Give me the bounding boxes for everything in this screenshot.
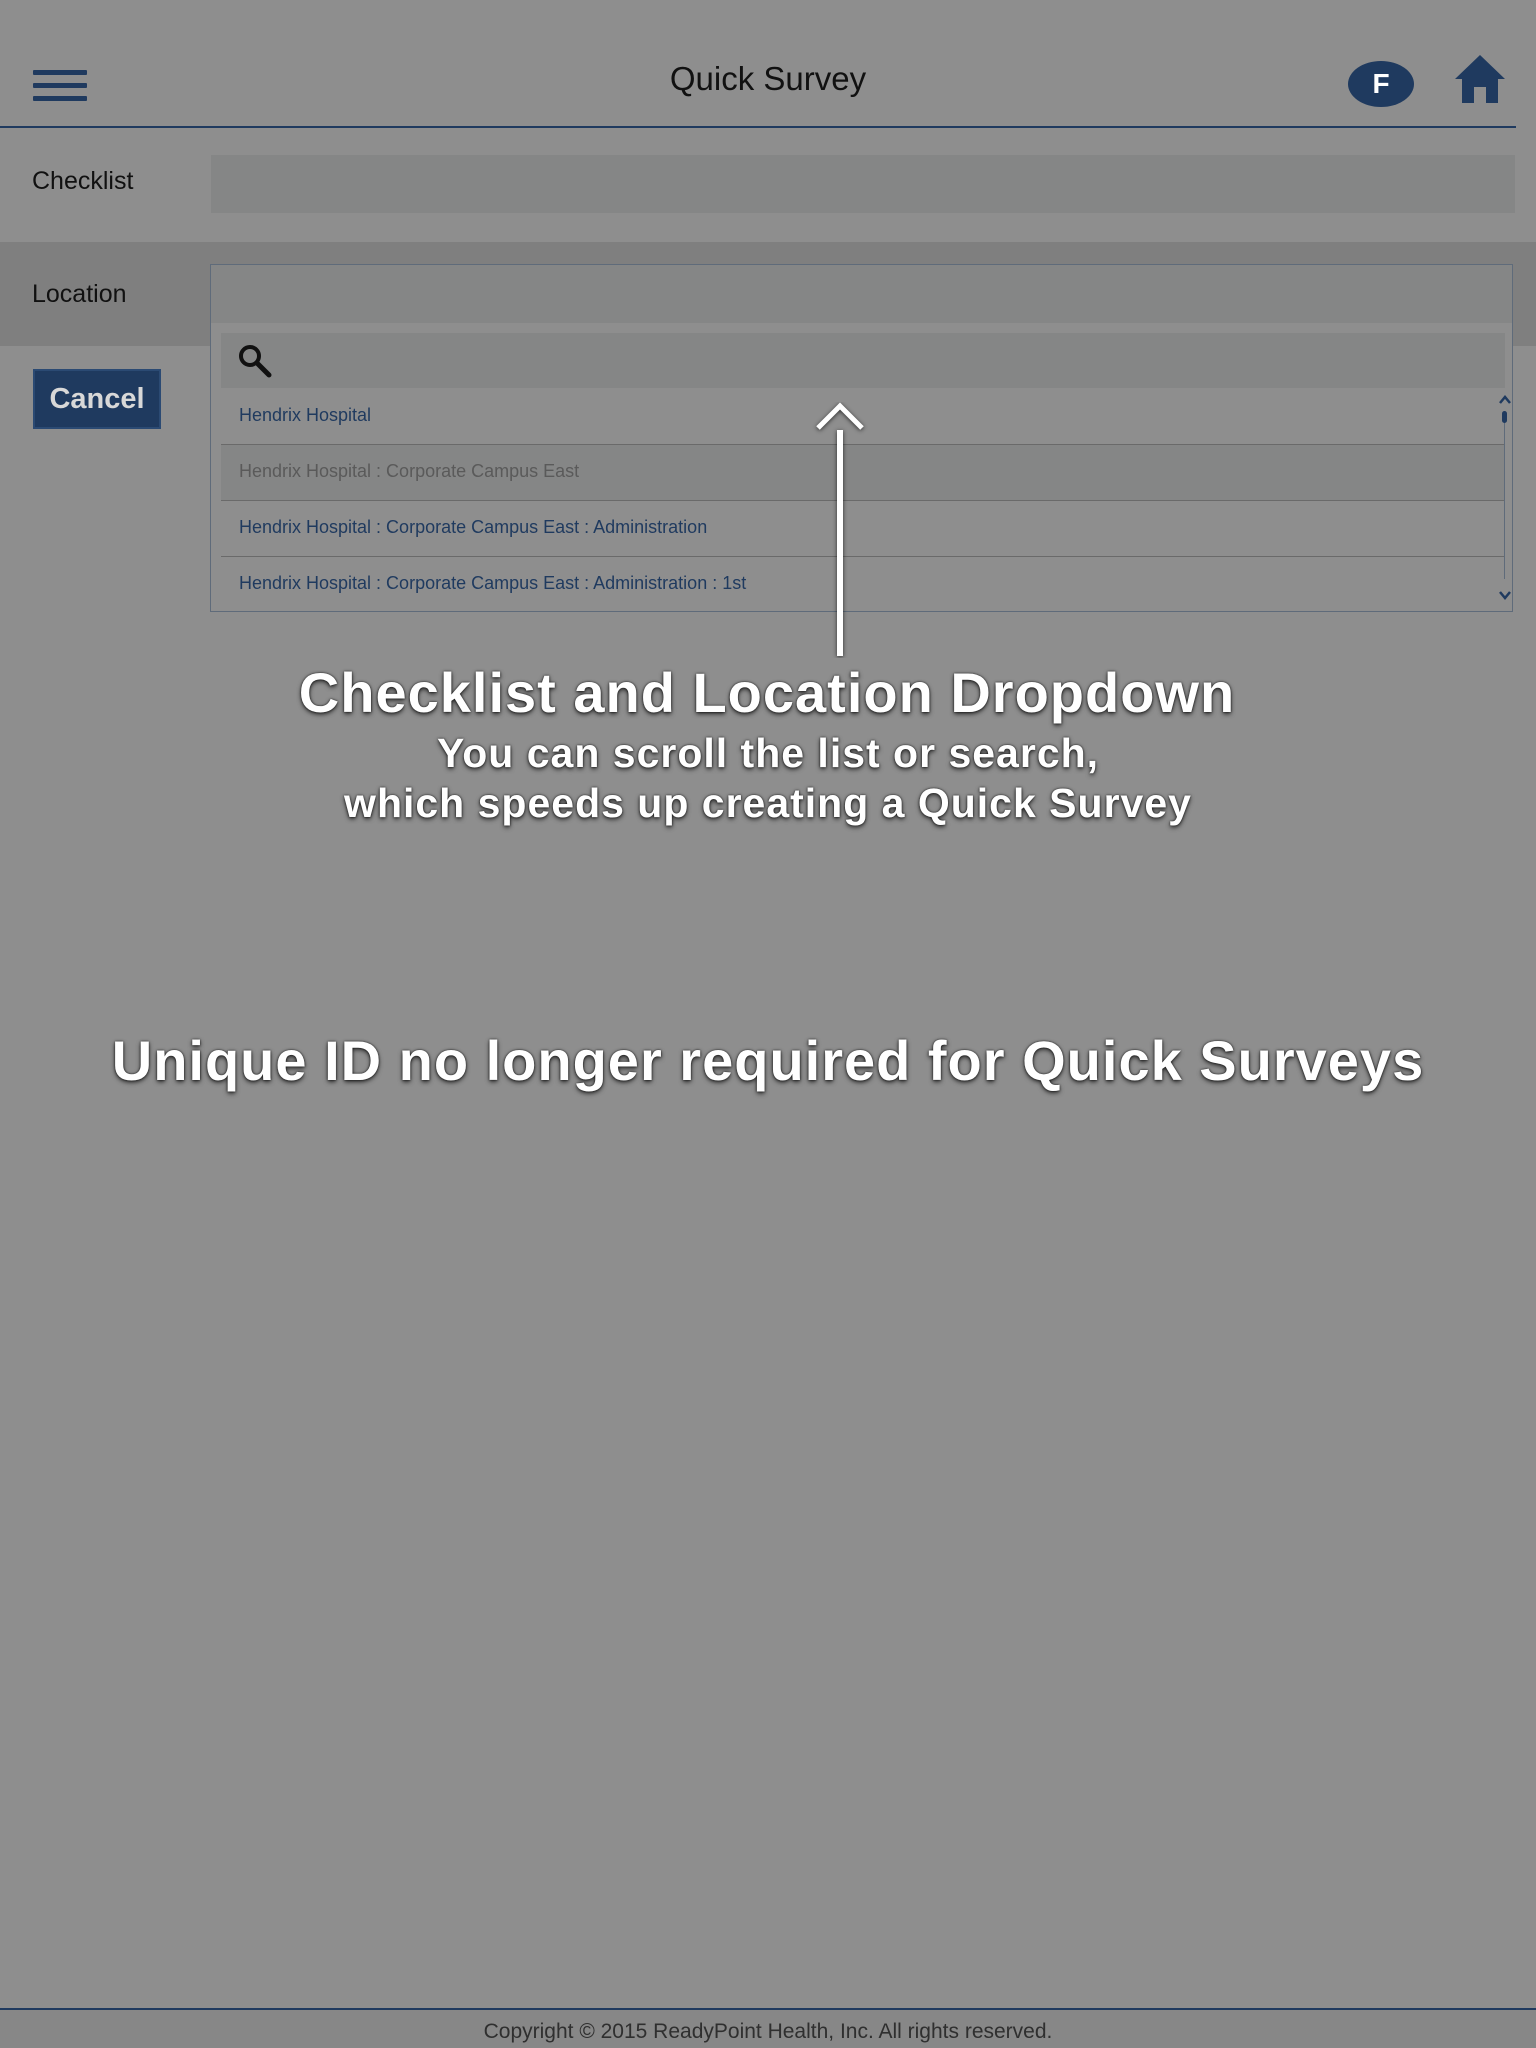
page-title: Quick Survey bbox=[669, 60, 867, 97]
location-select[interactable] bbox=[211, 265, 1512, 323]
dropdown-search-bar[interactable] bbox=[221, 333, 1505, 390]
scroll-track[interactable] bbox=[1504, 415, 1505, 579]
search-input[interactable] bbox=[281, 333, 1485, 390]
list-item-label: Hendrix Hospital : Corporate Campus East… bbox=[239, 573, 747, 593]
list-scrollbar[interactable] bbox=[1498, 393, 1512, 601]
copyright-text: Copyright © 2015 ReadyPoint Health, Inc.… bbox=[483, 2020, 1053, 2043]
user-avatar[interactable]: F bbox=[1348, 61, 1414, 107]
list-item-label: Hendrix Hospital : Corporate Campus East bbox=[239, 461, 580, 481]
search-icon bbox=[239, 345, 272, 378]
app-header: Quick Survey F bbox=[0, 0, 1536, 128]
annotation-subtitle-line2: which speeds up creating a Quick Survey bbox=[344, 780, 1192, 826]
annotation-title: Checklist and Location Dropdown bbox=[298, 661, 1236, 724]
header-divider bbox=[0, 126, 1516, 128]
scroll-thumb[interactable] bbox=[1502, 411, 1507, 423]
chevron-down-icon[interactable] bbox=[1498, 589, 1512, 601]
footer-divider bbox=[0, 2008, 1536, 2010]
location-label: Location bbox=[32, 280, 127, 308]
arrow-up-icon bbox=[816, 402, 864, 656]
footer: Copyright © 2015 ReadyPoint Health, Inc.… bbox=[0, 2008, 1536, 2048]
annotation-unique-id: Unique ID no longer required for Quick S… bbox=[111, 1029, 1425, 1092]
checklist-select[interactable] bbox=[211, 155, 1515, 213]
checklist-label: Checklist bbox=[32, 167, 134, 195]
cancel-button[interactable]: Cancel bbox=[33, 369, 161, 429]
home-icon[interactable] bbox=[1455, 55, 1505, 103]
list-item-label: Hendrix Hospital bbox=[239, 405, 372, 425]
list-item-label: Hendrix Hospital : Corporate Campus East… bbox=[239, 517, 708, 537]
chevron-up-icon[interactable] bbox=[1498, 393, 1512, 405]
checklist-row: Checklist bbox=[0, 143, 1536, 225]
annotation-subtitle-line1: You can scroll the list or search, bbox=[436, 730, 1100, 776]
